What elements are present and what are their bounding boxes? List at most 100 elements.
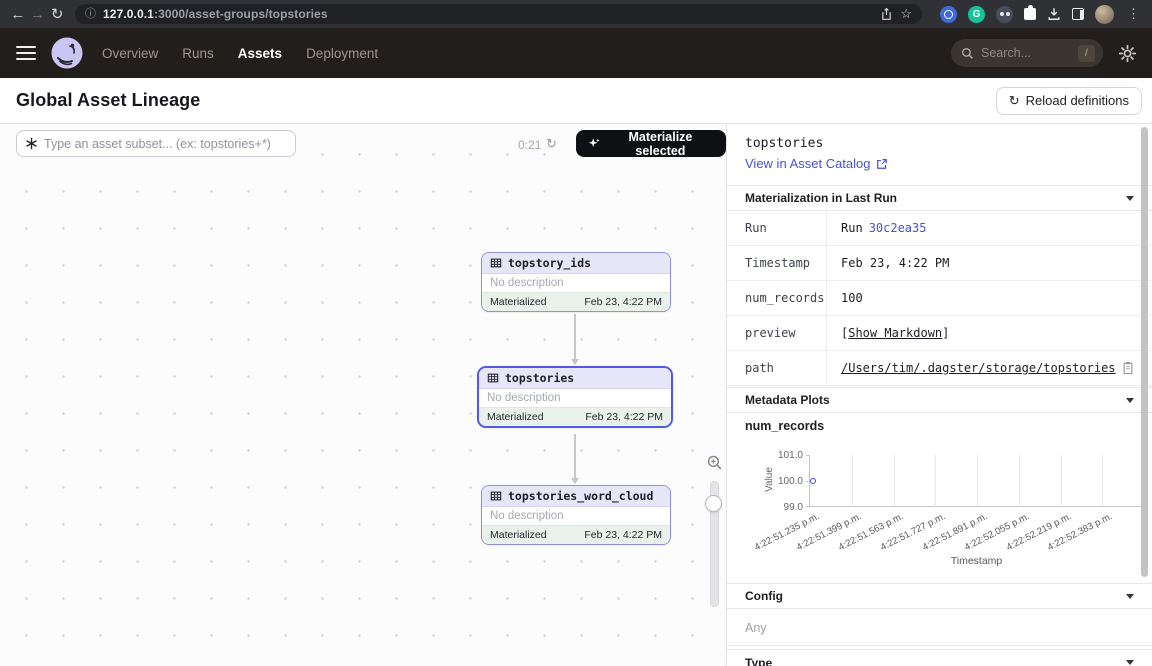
asset-graph-canvas[interactable]: 0:21 ↻ Materialize selected topstory_ids…	[0, 124, 726, 666]
browser-menu-icon[interactable]: ⋮	[1125, 6, 1142, 22]
materialize-selected-button[interactable]: Materialize selected	[576, 130, 726, 157]
browser-toolbar: ← → ↻ ⓘ 127.0.0.1:3000/asset-groups/tops…	[0, 0, 1152, 28]
reading-list-icon[interactable]	[1072, 8, 1084, 20]
extensions-puzzle-icon[interactable]	[1024, 8, 1036, 20]
view-in-asset-catalog-link[interactable]: View in Asset Catalog	[745, 156, 888, 171]
run-prefix: Run	[841, 221, 863, 235]
gridline	[935, 455, 936, 507]
site-info-icon[interactable]: ⓘ	[85, 9, 96, 20]
section-materialization-last-run[interactable]: Materialization in Last Run	[727, 185, 1152, 211]
hamburger-menu-icon[interactable]	[16, 46, 36, 61]
gridline	[1061, 455, 1062, 507]
bookmark-star-icon[interactable]: ☆	[900, 6, 912, 22]
nav-menu: Overview Runs Assets Deployment	[102, 46, 378, 61]
y-tick-label: 100.0	[759, 476, 803, 487]
refresh-timer: 0:21	[518, 138, 541, 152]
y-tick-mark	[806, 455, 810, 456]
plot-title: num_records	[745, 419, 824, 433]
gridline	[977, 455, 978, 507]
zoom-slider-handle[interactable]	[705, 495, 722, 512]
downloads-icon[interactable]	[1047, 7, 1061, 21]
nav-item-runs[interactable]: Runs	[182, 46, 214, 61]
chevron-down-icon	[1126, 398, 1134, 403]
table-icon	[490, 257, 502, 269]
browser-profile-avatar[interactable]	[1095, 5, 1114, 24]
asset-subset-input[interactable]	[44, 137, 287, 151]
section-config[interactable]: Config	[727, 583, 1152, 609]
reload-icon: ↻	[1009, 94, 1020, 107]
chevron-down-icon	[1126, 594, 1134, 599]
reload-definitions-label: Reload definitions	[1026, 93, 1129, 108]
chevron-down-icon	[1126, 196, 1134, 201]
settings-gear-icon[interactable]	[1119, 45, 1136, 62]
materialize-selected-label: Materialize selected	[607, 130, 714, 158]
share-icon[interactable]	[880, 7, 893, 21]
selected-asset-name: topstories	[745, 136, 823, 151]
edge-topstory_ids-to-topstories	[574, 314, 576, 364]
extension-row: G ⋮	[940, 5, 1142, 24]
extension-1password-icon[interactable]	[940, 6, 957, 23]
browser-back-icon[interactable]: ←	[10, 3, 26, 25]
nav-right: /	[951, 39, 1136, 67]
asset-status: Materialized	[490, 296, 547, 308]
url-path: :3000/asset-groups/topstories	[154, 7, 328, 21]
materialize-sparkle-icon	[588, 137, 600, 150]
y-tick-label: 99.0	[759, 502, 803, 513]
zoom-in-icon[interactable]	[706, 454, 723, 471]
url-text: 127.0.0.1:3000/asset-groups/topstories	[103, 7, 873, 21]
y-tick-mark	[806, 506, 810, 507]
row-value: [Show Markdown]	[827, 316, 949, 350]
asset-subset-filter[interactable]	[16, 130, 296, 157]
asset-materialized-time: Feb 23, 4:22 PM	[584, 296, 662, 308]
dagster-logo[interactable]	[50, 36, 84, 70]
section-metadata-plots[interactable]: Metadata Plots	[727, 387, 1152, 413]
reload-definitions-button[interactable]: ↻ Reload definitions	[996, 87, 1142, 115]
dagster-asset-lineage-window: ← → ↻ ⓘ 127.0.0.1:3000/asset-groups/tops…	[0, 0, 1152, 666]
table-row-run: Run Run 30c2ea35	[727, 211, 1152, 246]
plot-area	[809, 455, 1144, 507]
bracket: ]	[942, 326, 949, 340]
extension-glasses-icon[interactable]	[996, 6, 1013, 23]
asset-status: Materialized	[487, 411, 544, 423]
section-type[interactable]: Type	[727, 649, 1152, 666]
sidebar-scrollbar[interactable]	[1141, 127, 1148, 577]
browser-reload-icon[interactable]: ↻	[49, 3, 65, 25]
external-link-icon	[876, 158, 888, 170]
asset-node-topstories-word-cloud[interactable]: topstories_word_cloud No description Mat…	[481, 485, 671, 545]
path-link[interactable]: /Users/tim/.dagster/storage/topstories	[841, 361, 1116, 375]
global-search[interactable]: /	[951, 39, 1103, 67]
table-row-timestamp: Timestamp Feb 23, 4:22 PM	[727, 246, 1152, 281]
table-row-num-records: num_records 100	[727, 281, 1152, 316]
asset-node-header: topstory_ids	[482, 253, 670, 274]
edge-topstories-to-word-cloud	[574, 434, 576, 483]
section-label: Config	[745, 589, 783, 603]
row-label: Run	[727, 211, 827, 245]
extension-grammarly-icon[interactable]: G	[968, 6, 985, 23]
asset-name: topstories_word_cloud	[508, 489, 653, 503]
address-bar[interactable]: ⓘ 127.0.0.1:3000/asset-groups/topstories…	[75, 4, 922, 24]
data-point-100[interactable]	[810, 478, 816, 484]
asset-node-topstories[interactable]: topstories No description Materialized F…	[477, 366, 673, 428]
row-value: 100	[827, 281, 863, 315]
nav-item-deployment[interactable]: Deployment	[306, 46, 378, 61]
search-input[interactable]	[981, 46, 1071, 60]
show-markdown-link[interactable]: Show Markdown	[848, 326, 942, 340]
run-id-link[interactable]: 30c2ea35	[869, 221, 927, 235]
asset-description: No description	[479, 389, 671, 407]
asset-node-topstory-ids[interactable]: topstory_ids No description Materialized…	[481, 252, 671, 312]
graph-filter-icon	[25, 137, 38, 150]
browser-forward-icon[interactable]: →	[30, 3, 46, 25]
catalog-link-label: View in Asset Catalog	[745, 156, 871, 171]
search-icon	[961, 47, 974, 60]
divider	[727, 645, 1152, 646]
asset-details-sidebar: topstories View in Asset Catalog Materia…	[726, 124, 1152, 666]
copy-clipboard-icon[interactable]	[1122, 361, 1134, 375]
nav-item-overview[interactable]: Overview	[102, 46, 158, 61]
search-shortcut-badge: /	[1078, 45, 1095, 62]
refresh-icon[interactable]: ↻	[546, 136, 557, 152]
gridline	[852, 455, 853, 507]
table-icon	[487, 372, 499, 384]
nav-item-assets[interactable]: Assets	[238, 46, 282, 61]
row-value: /Users/tim/.dagster/storage/topstories	[827, 351, 1134, 385]
asset-materialized-time: Feb 23, 4:22 PM	[585, 411, 663, 423]
